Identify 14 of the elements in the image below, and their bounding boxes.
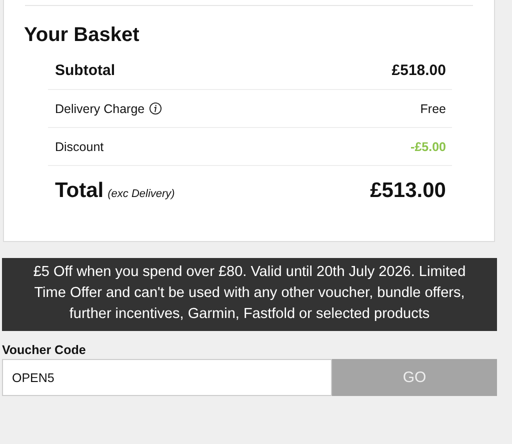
voucher-input[interactable]: OPEN5 — [2, 359, 332, 396]
total-note: (exc Delivery) — [108, 188, 175, 200]
row-value: -£5.00 — [410, 140, 446, 154]
field-label: Voucher Code — [2, 343, 87, 358]
row-value: Free — [420, 102, 446, 116]
info-icon[interactable] — [148, 102, 162, 115]
row-label: Subtotal — [55, 62, 115, 78]
total-label: Total — [55, 179, 104, 203]
row-value: £518.00 — [392, 62, 446, 78]
row-label: Delivery Charge — [55, 102, 145, 116]
row-label: Discount — [55, 140, 104, 154]
basket-title: Your Basket — [24, 23, 140, 47]
total-value: £513.00 — [370, 179, 446, 203]
offer-banner: £5 Off when you spend over £80. Valid until 20th July 2026. Limited Time Offer and can't be used with any other voucher, bundle offers, further incentives, Garmin, Fastfold or selected products — [2, 258, 497, 331]
